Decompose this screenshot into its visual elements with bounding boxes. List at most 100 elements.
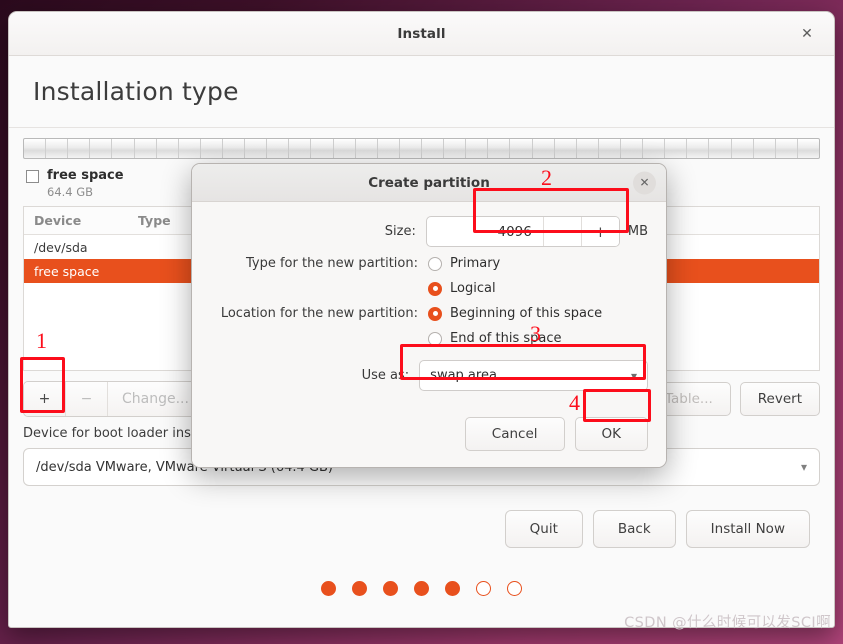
page-header: Installation type bbox=[9, 56, 834, 128]
size-unit-label: MB bbox=[627, 224, 648, 239]
radio-primary[interactable] bbox=[428, 256, 442, 271]
partition-segment bbox=[311, 139, 334, 158]
partition-segment bbox=[709, 139, 732, 158]
use-as-select[interactable]: swap area ▾ bbox=[419, 360, 648, 391]
cell-device: free space bbox=[34, 263, 100, 279]
size-increment-button[interactable]: + bbox=[580, 217, 619, 246]
radio-logical[interactable] bbox=[428, 281, 442, 296]
revert-button[interactable]: Revert bbox=[739, 382, 820, 416]
partition-segment bbox=[732, 139, 754, 158]
partition-segment bbox=[334, 139, 356, 158]
radio-end-of-space[interactable] bbox=[428, 331, 442, 346]
watermark: CSDN @什么时候可以发SCI啊 bbox=[624, 615, 831, 631]
partition-segment bbox=[665, 139, 688, 158]
partition-segment bbox=[245, 139, 268, 158]
partition-segment bbox=[179, 139, 201, 158]
dialog-actions: Cancel OK bbox=[192, 405, 666, 467]
radio-beginning-of-space[interactable] bbox=[428, 306, 442, 321]
partition-segment bbox=[555, 139, 577, 158]
cancel-button[interactable]: Cancel bbox=[464, 417, 565, 451]
cell-device: /dev/sda bbox=[34, 239, 88, 255]
partition-segment bbox=[356, 139, 378, 158]
progress-dot bbox=[383, 581, 398, 596]
progress-dot bbox=[352, 581, 367, 596]
legend-size: 64.4 GB bbox=[47, 185, 94, 199]
progress-dot bbox=[507, 581, 522, 596]
partition-segment bbox=[201, 139, 223, 158]
column-header-type[interactable]: Type bbox=[128, 213, 194, 228]
location-end-row[interactable]: End of this space bbox=[210, 326, 648, 351]
partition-segment bbox=[24, 139, 47, 158]
size-stepper[interactable]: 4096 − + bbox=[425, 216, 620, 247]
use-as-value: swap area bbox=[430, 368, 497, 383]
quit-button[interactable]: Quit bbox=[504, 510, 583, 548]
radio-beginning-label: Beginning of this space bbox=[450, 306, 603, 321]
progress-dot bbox=[321, 581, 336, 596]
partition-segment bbox=[776, 139, 798, 158]
partition-segment bbox=[90, 139, 113, 158]
partition-segment bbox=[466, 139, 489, 158]
partition-segment bbox=[444, 139, 467, 158]
page-title: Installation type bbox=[33, 77, 239, 106]
wizard-actions: Quit Back Install Now bbox=[23, 510, 820, 548]
partition-segment bbox=[621, 139, 644, 158]
chevron-down-icon: ▾ bbox=[800, 460, 807, 474]
partition-segment bbox=[267, 139, 290, 158]
progress-dots bbox=[23, 581, 820, 596]
partition-segment bbox=[798, 139, 819, 158]
partition-segment bbox=[533, 139, 555, 158]
column-header-device[interactable]: Device bbox=[24, 213, 128, 228]
legend-color-box bbox=[26, 170, 39, 183]
partition-segment bbox=[46, 139, 69, 158]
location-beginning-row[interactable]: Location for the new partition: Beginnin… bbox=[210, 301, 648, 326]
partition-type-label: Type for the new partition: bbox=[245, 256, 418, 271]
use-as-row: Use as: swap area ▾ bbox=[210, 360, 648, 391]
partition-segment bbox=[422, 139, 445, 158]
partition-segment bbox=[577, 139, 599, 158]
partition-segment bbox=[157, 139, 179, 158]
size-label: Size: bbox=[384, 224, 416, 239]
installer-window: Install ✕ Installation type free space 6… bbox=[8, 11, 835, 628]
partition-segment bbox=[687, 139, 710, 158]
radio-primary-label: Primary bbox=[450, 256, 501, 271]
partition-segment bbox=[599, 139, 621, 158]
partition-segment bbox=[68, 139, 91, 158]
partition-type-logical-row[interactable]: Logical bbox=[210, 276, 648, 301]
create-partition-dialog: Create partition ✕ Size: 4096 − + MB Typ… bbox=[191, 163, 667, 468]
partition-segment bbox=[223, 139, 246, 158]
remove-partition-button[interactable]: − bbox=[66, 382, 108, 416]
progress-dot bbox=[445, 581, 460, 596]
partition-usage-bar bbox=[23, 138, 820, 159]
size-input[interactable]: 4096 bbox=[427, 224, 543, 240]
use-as-label: Use as: bbox=[361, 368, 410, 383]
chevron-down-icon: ▾ bbox=[630, 368, 637, 383]
dialog-title: Create partition bbox=[368, 174, 490, 191]
partition-segment bbox=[112, 139, 135, 158]
partition-type-primary-row[interactable]: Type for the new partition: Primary bbox=[210, 251, 648, 276]
ok-button[interactable]: OK bbox=[574, 417, 648, 451]
dialog-body: Size: 4096 − + MB Type for the new parti… bbox=[192, 202, 666, 405]
progress-dot bbox=[476, 581, 491, 596]
window-titlebar: Install ✕ bbox=[9, 12, 834, 56]
partition-segment bbox=[643, 139, 666, 158]
add-partition-button[interactable]: + bbox=[24, 382, 66, 416]
radio-logical-label: Logical bbox=[450, 281, 496, 296]
partition-segment bbox=[378, 139, 400, 158]
window-title: Install bbox=[397, 25, 446, 42]
partition-segment bbox=[754, 139, 776, 158]
close-icon[interactable]: ✕ bbox=[796, 23, 818, 45]
partition-segment bbox=[135, 139, 157, 158]
back-button[interactable]: Back bbox=[592, 510, 676, 548]
size-decrement-button[interactable]: − bbox=[542, 217, 581, 246]
partition-segment bbox=[400, 139, 422, 158]
partition-segment bbox=[289, 139, 312, 158]
legend-label: free space bbox=[47, 168, 124, 183]
install-now-button[interactable]: Install Now bbox=[685, 510, 810, 548]
size-field-row: Size: 4096 − + MB bbox=[210, 216, 648, 247]
partition-segment bbox=[488, 139, 511, 158]
change-partition-button[interactable]: Change... bbox=[108, 382, 203, 416]
dialog-titlebar: Create partition ✕ bbox=[192, 164, 666, 202]
progress-dot bbox=[414, 581, 429, 596]
partition-segment bbox=[510, 139, 533, 158]
close-icon[interactable]: ✕ bbox=[633, 171, 656, 194]
